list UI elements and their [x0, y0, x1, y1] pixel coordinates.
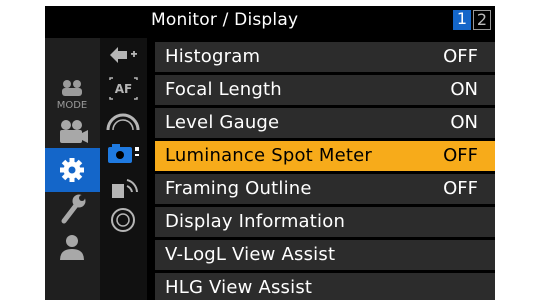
- menu-item-level-gauge[interactable]: Level Gauge ON: [155, 108, 495, 138]
- af-label: AF: [115, 82, 132, 96]
- menu-item-label: Framing Outline: [165, 178, 312, 199]
- signal-icon: [112, 179, 138, 198]
- af-icon: AF: [109, 77, 138, 100]
- menu-item-value: ON: [450, 79, 478, 100]
- camera-menu-screen: Monitor / Display 1 2 MODE AF Histogram …: [45, 6, 495, 300]
- subtab-metering[interactable]: [100, 104, 147, 138]
- menu-item-histogram[interactable]: Histogram OFF: [155, 42, 495, 72]
- menu-item-vlogl-view-assist[interactable]: V-LogL View Assist: [155, 240, 495, 270]
- menu-item-framing-outline[interactable]: Framing Outline OFF: [155, 174, 495, 204]
- page-title: Monitor / Display: [151, 10, 299, 30]
- subtab-signal[interactable]: [100, 170, 147, 204]
- arrow-plus-icon: [110, 47, 137, 63]
- menu-item-label: Luminance Spot Meter: [165, 145, 372, 166]
- category-custom[interactable]: [45, 148, 100, 192]
- meter-icon: [106, 113, 140, 131]
- subtab-monitor-display[interactable]: [100, 137, 147, 171]
- menu-item-label: Focal Length: [165, 79, 282, 100]
- menu-item-hlg-view-assist[interactable]: HLG View Assist: [155, 273, 495, 300]
- category-my-menu[interactable]: [45, 228, 100, 272]
- menu-header: Monitor / Display 1 2: [147, 6, 495, 38]
- mode-label: MODE: [57, 100, 88, 111]
- menu-item-label: Histogram: [165, 46, 261, 67]
- subtab-1[interactable]: [100, 38, 147, 72]
- subtab-af[interactable]: AF: [100, 71, 147, 105]
- subtab-lens[interactable]: [100, 203, 147, 237]
- person-icon: [60, 235, 84, 260]
- menu-item-label: Display Information: [165, 211, 346, 232]
- category-sidebar: MODE: [45, 38, 100, 300]
- menu-item-value: ON: [450, 112, 478, 133]
- page-indicator-2[interactable]: 2: [473, 10, 491, 30]
- wrench-icon: [61, 194, 86, 224]
- menu-item-label: V-LogL View Assist: [165, 244, 336, 265]
- menu-item-luminance-spot-meter[interactable]: Luminance Spot Meter OFF: [155, 141, 495, 171]
- subtab-sidebar: AF: [100, 38, 147, 300]
- menu-item-display-information[interactable]: Display Information: [155, 207, 495, 237]
- menu-item-label: Level Gauge: [165, 112, 280, 133]
- menu-item-value: OFF: [443, 46, 478, 67]
- menu-item-focal-length[interactable]: Focal Length ON: [155, 75, 495, 105]
- gear-icon: [60, 158, 84, 182]
- lens-icon: [111, 208, 135, 232]
- monitor-display-icon: [108, 144, 139, 163]
- menu-item-label: HLG View Assist: [165, 277, 313, 298]
- menu-item-value: OFF: [443, 145, 478, 166]
- menu-item-value: OFF: [443, 178, 478, 199]
- category-setup[interactable]: [45, 188, 100, 232]
- page-indicator-1[interactable]: 1: [453, 10, 471, 30]
